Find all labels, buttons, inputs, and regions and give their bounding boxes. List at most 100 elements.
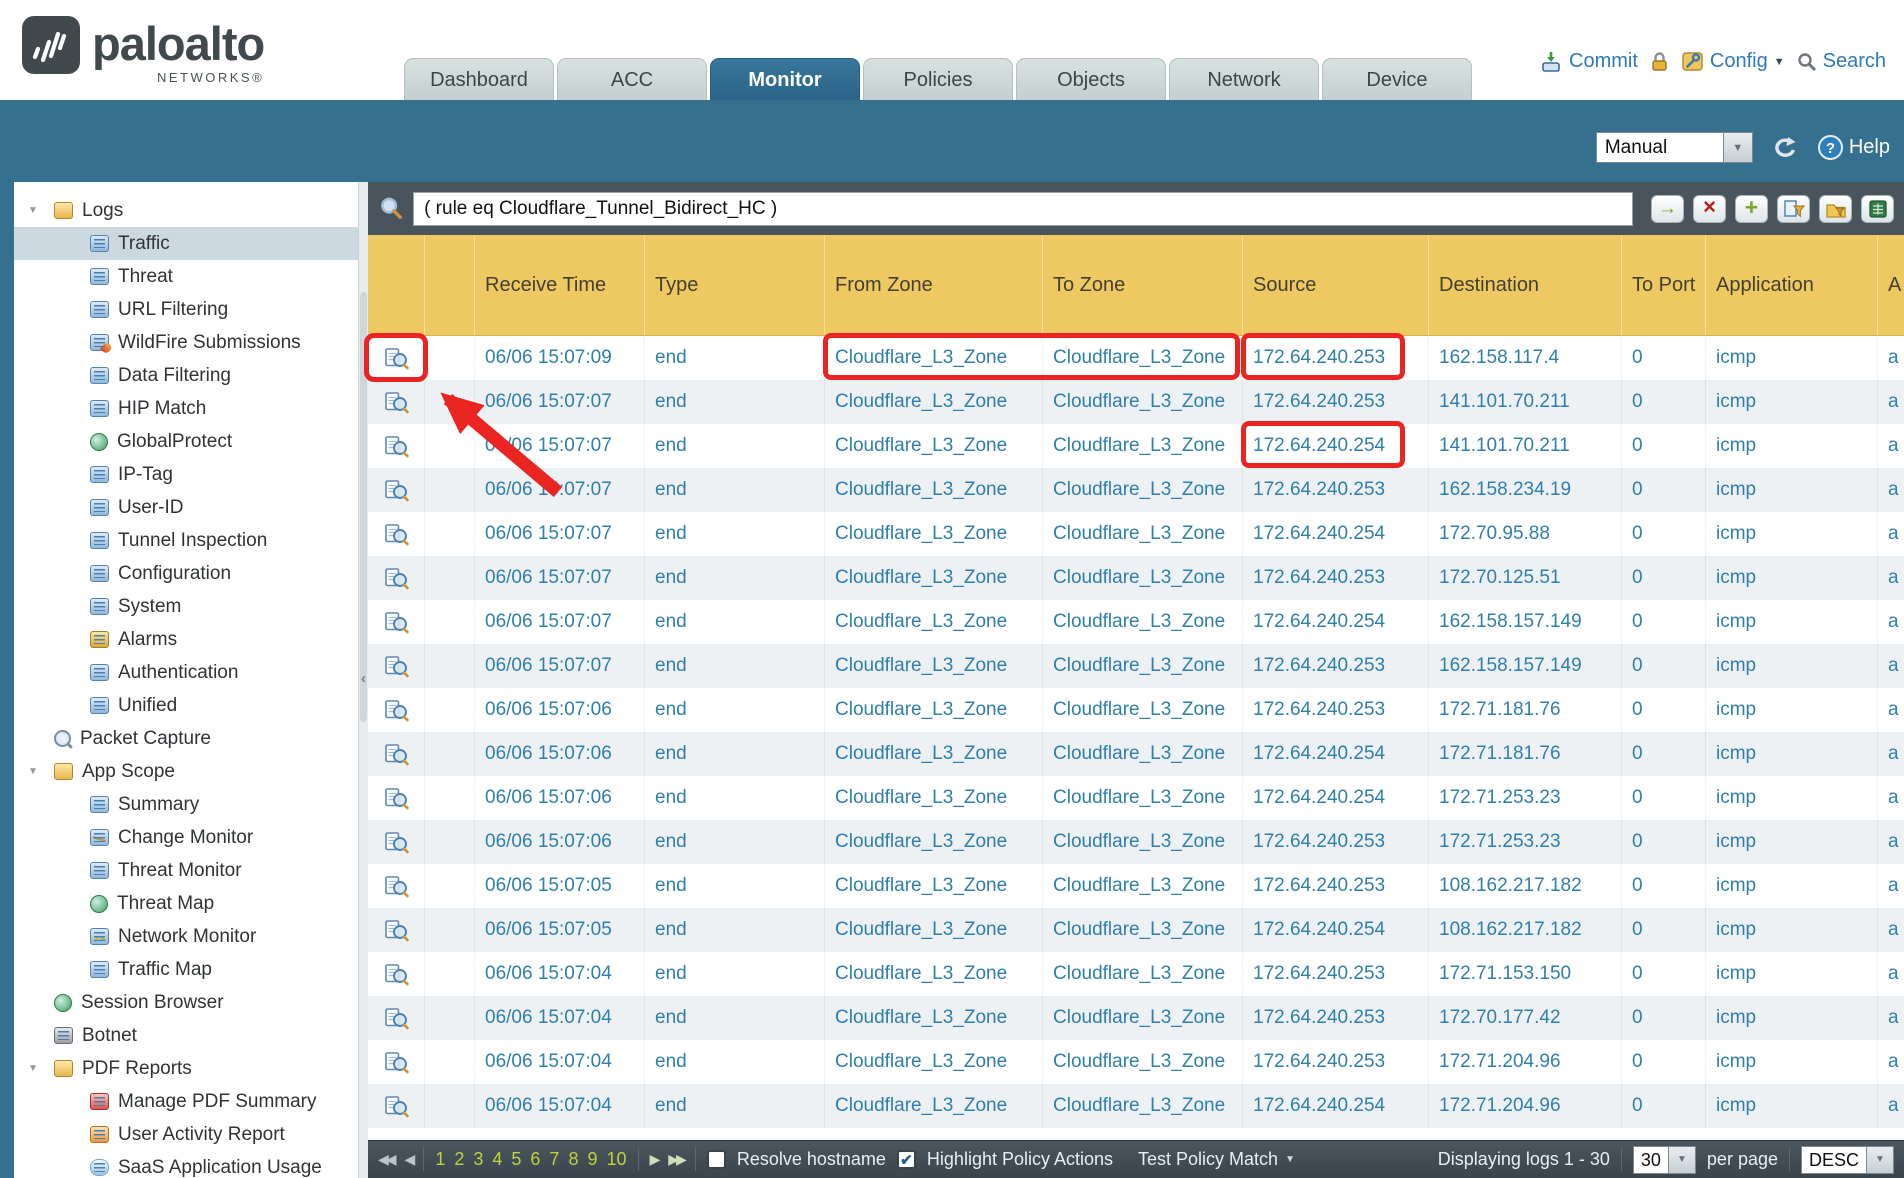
sidebar-item[interactable]: Change Monitor (14, 821, 358, 854)
log-detail-icon[interactable] (384, 1007, 409, 1030)
page-number[interactable]: 9 (587, 1149, 597, 1170)
sidebar-item[interactable]: GlobalProtect (14, 425, 358, 458)
col-action[interactable]: A (1877, 235, 1904, 335)
refresh-mode-select[interactable]: Manual ▼ (1596, 132, 1753, 163)
log-detail-icon[interactable] (384, 919, 409, 942)
log-row[interactable]: 06/06 15:07:04 end Cloudflare_L3_Zone Cl… (368, 1040, 1904, 1084)
sidebar-item[interactable]: Data Filtering (14, 359, 358, 392)
page-number[interactable]: 1 (435, 1149, 445, 1170)
highlight-policy-checkbox[interactable]: ✔ (897, 1150, 916, 1169)
log-row[interactable]: 06/06 15:07:06 end Cloudflare_L3_Zone Cl… (368, 820, 1904, 864)
log-row[interactable]: 06/06 15:07:07 end Cloudflare_L3_Zone Cl… (368, 600, 1904, 644)
log-detail-icon[interactable] (384, 743, 409, 766)
config-menu[interactable]: Config ▼ (1681, 50, 1785, 73)
sidebar-item[interactable]: User Activity Report (14, 1118, 358, 1151)
log-detail-icon[interactable] (384, 347, 409, 370)
load-filter-button[interactable] (1819, 195, 1852, 223)
log-row[interactable]: 06/06 15:07:06 end Cloudflare_L3_Zone Cl… (368, 732, 1904, 776)
log-row[interactable]: 06/06 15:07:09 end Cloudflare_L3_Zone Cl… (368, 336, 1904, 380)
add-filter-button[interactable]: + (1735, 195, 1768, 223)
log-detail-icon[interactable] (384, 523, 409, 546)
sidebar-item[interactable]: Configuration (14, 557, 358, 590)
page-number[interactable]: 6 (530, 1149, 540, 1170)
sidebar-item[interactable]: Traffic (14, 227, 358, 260)
sidebar-item[interactable]: Manage PDF Summary (14, 1085, 358, 1118)
log-detail-icon[interactable] (384, 479, 409, 502)
log-row[interactable]: 06/06 15:07:07 end Cloudflare_L3_Zone Cl… (368, 424, 1904, 468)
first-page-button[interactable]: ◀◀ (378, 1151, 394, 1168)
log-row[interactable]: 06/06 15:07:04 end Cloudflare_L3_Zone Cl… (368, 996, 1904, 1040)
sidebar-item[interactable]: IP-Tag (14, 458, 358, 491)
per-page-dropdown-arrow[interactable]: ▼ (1669, 1146, 1696, 1174)
log-detail-icon[interactable] (384, 1051, 409, 1074)
sidebar-item[interactable]: ▼ PDF Reports (14, 1052, 358, 1085)
col-receive-time[interactable]: Receive Time (474, 235, 644, 335)
log-row[interactable]: 06/06 15:07:07 end Cloudflare_L3_Zone Cl… (368, 556, 1904, 600)
lock-icon[interactable] (1650, 51, 1669, 72)
page-number[interactable]: 10 (606, 1149, 626, 1170)
sidebar-item[interactable]: HIP Match (14, 392, 358, 425)
col-to-zone[interactable]: To Zone (1042, 235, 1242, 335)
log-detail-icon[interactable] (384, 963, 409, 986)
next-page-button[interactable]: ▶ (650, 1151, 658, 1168)
log-filter-input[interactable] (413, 192, 1633, 226)
col-type[interactable]: Type (644, 235, 824, 335)
log-detail-icon[interactable] (384, 787, 409, 810)
nav-tab[interactable]: ACC (557, 58, 707, 100)
log-row[interactable]: 06/06 15:07:06 end Cloudflare_L3_Zone Cl… (368, 776, 1904, 820)
col-to-port[interactable]: To Port (1621, 235, 1705, 335)
nav-tab[interactable]: Monitor (710, 58, 860, 100)
sidebar-item[interactable]: Tunnel Inspection (14, 524, 358, 557)
col-from-zone[interactable]: From Zone (824, 235, 1042, 335)
sidebar-item[interactable]: Session Browser (14, 986, 358, 1019)
log-detail-icon[interactable] (384, 655, 409, 678)
expand-triangle-icon[interactable]: ▼ (28, 205, 54, 216)
search-button[interactable]: Search (1797, 50, 1886, 73)
export-csv-button[interactable] (1861, 195, 1894, 223)
sidebar-splitter[interactable]: ‹ (358, 182, 368, 1178)
log-detail-icon[interactable] (384, 875, 409, 898)
log-row[interactable]: 06/06 15:07:06 end Cloudflare_L3_Zone Cl… (368, 688, 1904, 732)
sidebar-scrollbar-thumb[interactable] (360, 292, 367, 722)
page-number[interactable]: 3 (473, 1149, 483, 1170)
sort-order-dropdown-arrow[interactable]: ▼ (1867, 1146, 1894, 1174)
refresh-icon[interactable] (1771, 135, 1799, 161)
sidebar-item[interactable]: Threat Monitor (14, 854, 358, 887)
sidebar-item[interactable]: Threat (14, 260, 358, 293)
page-number[interactable]: 7 (549, 1149, 559, 1170)
sidebar-item[interactable]: URL Filtering (14, 293, 358, 326)
last-page-button[interactable]: ▶▶ (668, 1151, 684, 1168)
clear-filter-button[interactable]: × (1693, 195, 1726, 223)
log-row[interactable]: 06/06 15:07:04 end Cloudflare_L3_Zone Cl… (368, 952, 1904, 996)
sidebar-item[interactable]: Summary (14, 788, 358, 821)
sidebar-item[interactable]: ▼ App Scope (14, 755, 358, 788)
prev-page-button[interactable]: ◀ (405, 1151, 413, 1168)
sidebar-item[interactable]: Packet Capture (14, 722, 358, 755)
log-row[interactable]: 06/06 15:07:07 end Cloudflare_L3_Zone Cl… (368, 468, 1904, 512)
log-detail-icon[interactable] (384, 567, 409, 590)
log-detail-icon[interactable] (384, 699, 409, 722)
refresh-mode-dropdown-arrow[interactable]: ▼ (1724, 132, 1753, 163)
log-detail-icon[interactable] (384, 831, 409, 854)
sidebar-item[interactable]: ▼ Logs (14, 194, 358, 227)
log-row[interactable]: 06/06 15:07:05 end Cloudflare_L3_Zone Cl… (368, 908, 1904, 952)
sidebar-item[interactable]: Alarms (14, 623, 358, 656)
commit-button[interactable]: Commit (1539, 50, 1638, 73)
sidebar-item[interactable]: System (14, 590, 358, 623)
sidebar-item[interactable]: WildFire Submissions (14, 326, 358, 359)
log-detail-icon[interactable] (384, 611, 409, 634)
log-detail-icon[interactable] (384, 391, 409, 414)
nav-tab[interactable]: Objects (1016, 58, 1166, 100)
col-application[interactable]: Application (1705, 235, 1877, 335)
nav-tab[interactable]: Dashboard (404, 58, 554, 100)
help-button[interactable]: ? Help (1817, 134, 1890, 161)
log-detail-icon[interactable] (384, 435, 409, 458)
test-policy-match-menu[interactable]: Test Policy Match ▼ (1138, 1149, 1295, 1170)
save-filter-button[interactable] (1777, 195, 1810, 223)
log-row[interactable]: 06/06 15:07:04 end Cloudflare_L3_Zone Cl… (368, 1084, 1904, 1128)
sidebar-item[interactable]: Authentication (14, 656, 358, 689)
log-row[interactable]: 06/06 15:07:07 end Cloudflare_L3_Zone Cl… (368, 512, 1904, 556)
sidebar-item[interactable]: Unified (14, 689, 358, 722)
sidebar-collapse-handle[interactable]: ‹ (359, 670, 368, 687)
sidebar-item[interactable]: Botnet (14, 1019, 358, 1052)
